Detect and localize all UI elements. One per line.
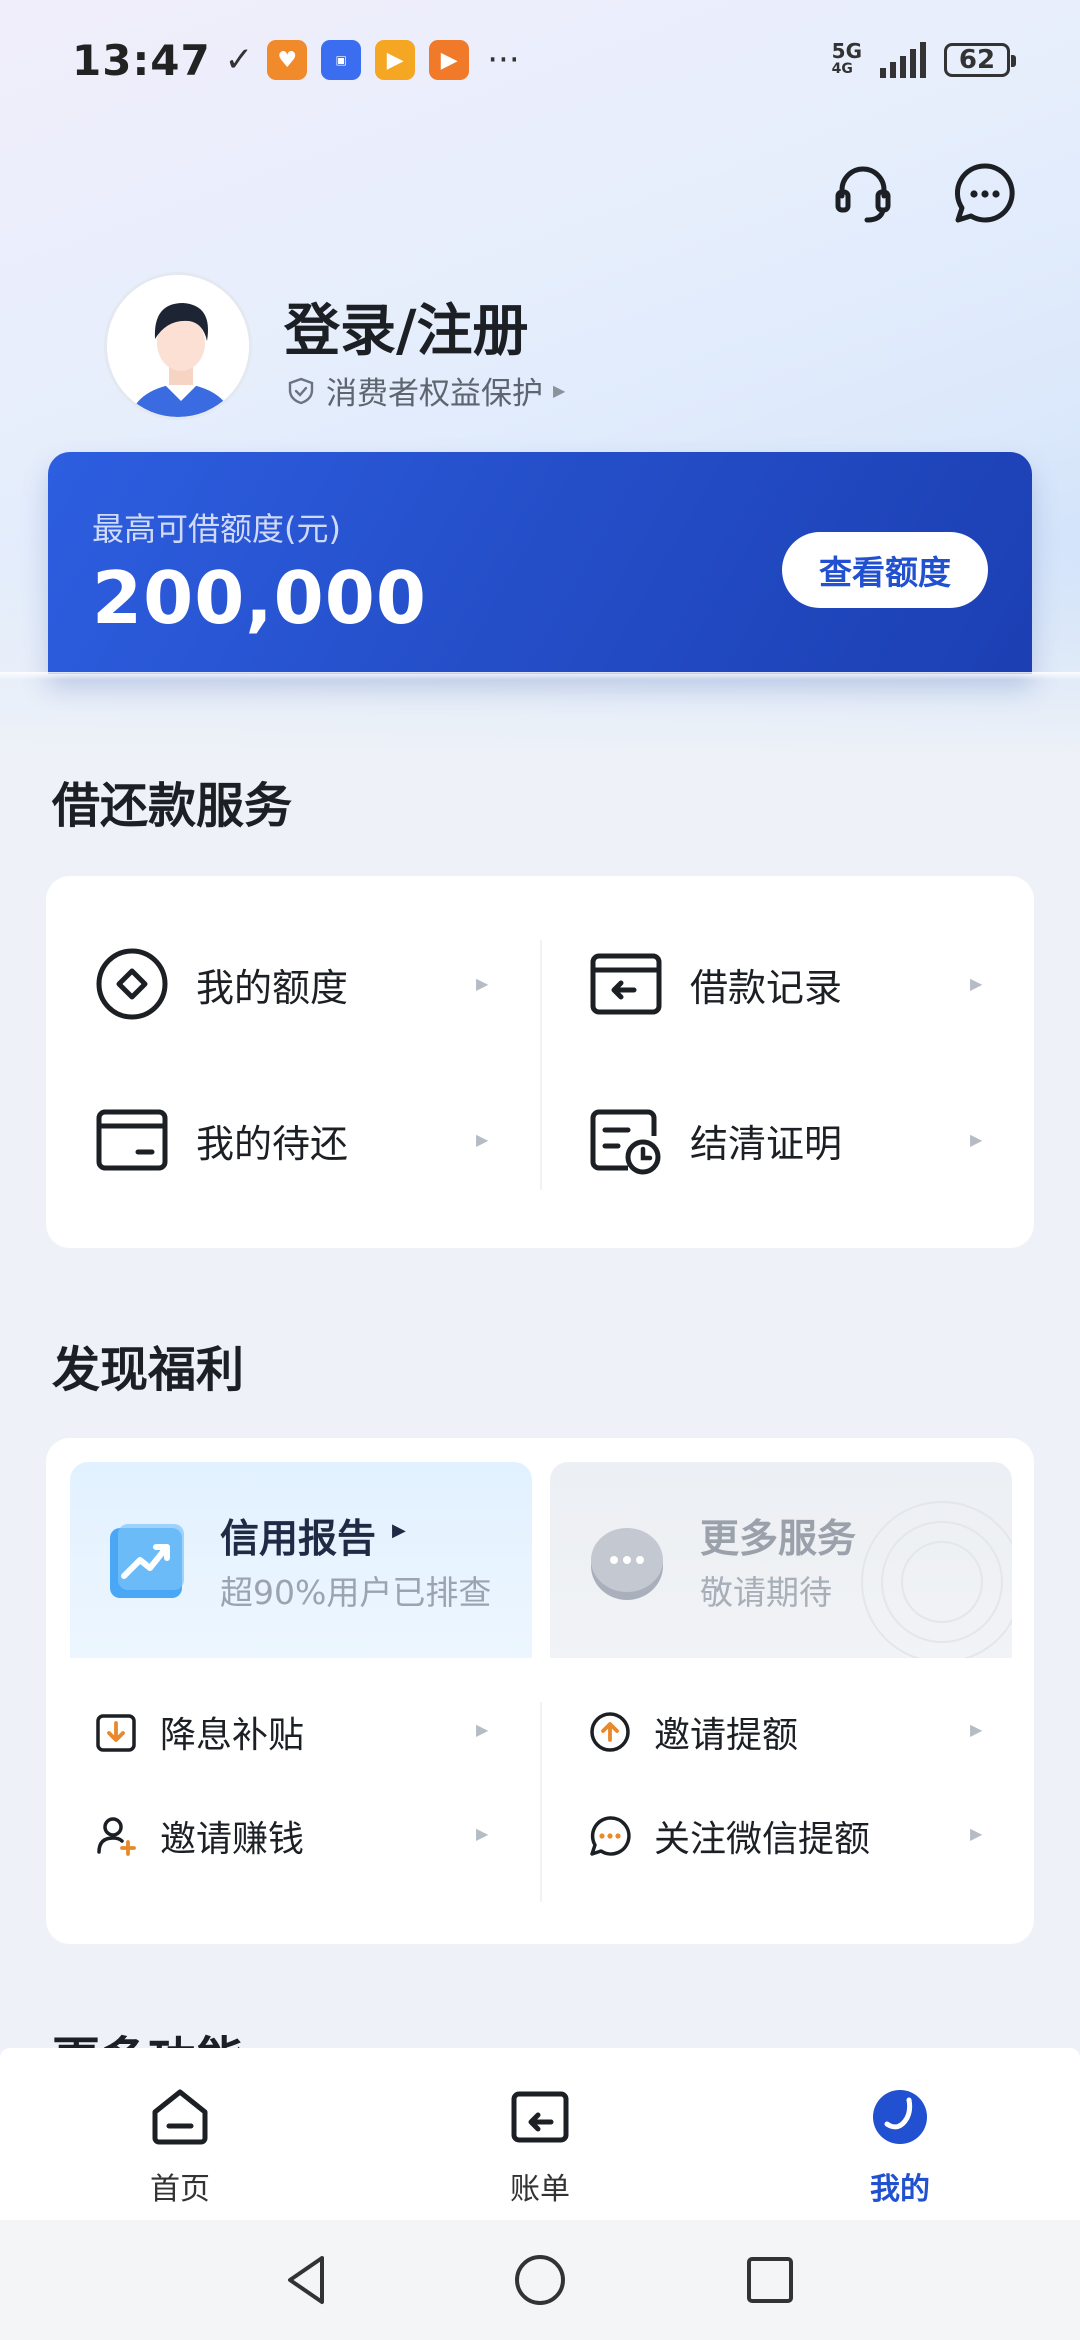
avatar[interactable] bbox=[104, 272, 252, 420]
wallet-icon bbox=[96, 1109, 168, 1171]
loan-services-title: 借还款服务 bbox=[52, 778, 293, 834]
nav-home[interactable]: 首页 bbox=[100, 2086, 260, 2208]
caret-right-icon: ▶ bbox=[553, 381, 566, 400]
more-functions-title: 更多功能 bbox=[52, 2020, 244, 2048]
invite-raise-item[interactable]: 邀请提额 bbox=[588, 1706, 798, 1758]
signal-icon bbox=[880, 42, 926, 78]
loan-record-item[interactable]: 借款记录 bbox=[588, 946, 842, 1022]
status-left: 13:47 ✓ ♥ ▣ ▶ ▶ ··· bbox=[72, 36, 520, 85]
follow-wechat-label: 关注微信提额 bbox=[654, 1819, 871, 1860]
nav-mine-label: 我的 bbox=[870, 2172, 930, 2207]
network-sub-type: 4G bbox=[831, 61, 853, 77]
caret-right-icon: ▶ bbox=[970, 1824, 983, 1843]
trend-chart-icon bbox=[110, 1524, 184, 1598]
recent-apps-icon[interactable] bbox=[740, 2250, 800, 2310]
rate-subsidy-item[interactable]: 降息补贴 bbox=[94, 1706, 304, 1758]
card-divider bbox=[0, 672, 1080, 680]
rate-subsidy-label: 降息补贴 bbox=[160, 1715, 305, 1756]
more-services-card: 更多服务 敬请期待 bbox=[550, 1462, 1012, 1658]
credit-report-title: 信用报告 bbox=[220, 1517, 377, 1562]
invite-earn-label: 邀请赚钱 bbox=[160, 1819, 305, 1860]
network-type: 5G bbox=[831, 39, 862, 63]
panel-divider bbox=[540, 940, 542, 1190]
chat-dots-icon bbox=[590, 1816, 631, 1856]
quota-icon bbox=[96, 948, 168, 1020]
loan-record-icon bbox=[590, 953, 662, 1015]
caret-right-icon: ▶ bbox=[476, 1824, 489, 1843]
consumer-protection-label: 消费者权益保护 bbox=[326, 376, 543, 412]
invite-earn-item[interactable]: 邀请赚钱 bbox=[94, 1810, 304, 1862]
loan-services-panel: 我的额度 ▶ 借款记录 ▶ 我的待还 ▶ 结清证明 ▶ bbox=[46, 876, 1034, 1248]
battery-icon: 62 bbox=[944, 43, 1016, 77]
caret-right-icon: ▶ bbox=[476, 1130, 489, 1149]
system-nav-bar bbox=[0, 2220, 1080, 2340]
caret-right-icon: ▶ bbox=[476, 1720, 489, 1739]
welfare-panel: 信用报告 ▶ 超90%用户已排查 更多服务 敬请期待 降息补贴 ▶ 邀请提额 ▶… bbox=[46, 1438, 1034, 1944]
more-notifications-icon: ··· bbox=[487, 40, 520, 80]
caret-right-icon: ▶ bbox=[476, 974, 489, 993]
consumer-protection-link[interactable]: 消费者权益保护 ▶ bbox=[286, 368, 565, 413]
status-bar: 13:47 ✓ ♥ ▣ ▶ ▶ ··· 5G 4G 62 bbox=[0, 0, 1080, 120]
settle-certificate-icon bbox=[590, 1109, 661, 1175]
headset-icon[interactable] bbox=[828, 158, 898, 228]
my-quota-label: 我的额度 bbox=[196, 965, 349, 1010]
status-time: 13:47 bbox=[72, 35, 211, 85]
caret-right-icon: ▶ bbox=[970, 1720, 983, 1739]
app-market-icon: ▣ bbox=[321, 40, 362, 80]
my-quota-item[interactable]: 我的额度 bbox=[94, 946, 348, 1022]
decorative-rings bbox=[861, 1501, 1012, 1658]
credit-limit-card: 最高可借额度(元) 200,000 查看额度 bbox=[48, 452, 1032, 674]
more-services-subtitle: 敬请期待 bbox=[700, 1573, 832, 1612]
bottom-nav: 首页 账单 我的 bbox=[0, 2048, 1080, 2220]
login-register-link[interactable]: 登录/注册 bbox=[284, 286, 528, 367]
chat-bubble-icon[interactable] bbox=[950, 158, 1020, 228]
nav-bill[interactable]: 账单 bbox=[460, 2086, 620, 2208]
bill-icon bbox=[511, 2091, 569, 2143]
avatar-illustration bbox=[107, 275, 249, 417]
my-repayment-label: 我的待还 bbox=[196, 1121, 349, 1166]
settle-certificate-item[interactable]: 结清证明 bbox=[588, 1102, 842, 1178]
invite-raise-label: 邀请提额 bbox=[654, 1715, 799, 1756]
credit-limit-label: 最高可借额度(元) bbox=[92, 510, 341, 548]
arrow-up-circle-icon bbox=[590, 1712, 630, 1752]
home-circle-icon[interactable] bbox=[510, 2250, 570, 2310]
nav-bill-label: 账单 bbox=[510, 2172, 570, 2207]
status-right: 5G 4G 62 bbox=[831, 39, 1016, 78]
profile-icon bbox=[873, 2090, 927, 2144]
my-repayment-item[interactable]: 我的待还 bbox=[94, 1102, 348, 1178]
settle-certificate-label: 结清证明 bbox=[690, 1121, 843, 1166]
home-icon bbox=[152, 2089, 208, 2145]
panel-divider bbox=[540, 1702, 542, 1902]
network-indicator: 5G 4G bbox=[831, 39, 862, 78]
user-add-icon bbox=[97, 1817, 136, 1856]
shield-check-icon bbox=[288, 377, 314, 404]
back-icon[interactable] bbox=[278, 2250, 338, 2310]
more-bubble-icon bbox=[591, 1528, 663, 1600]
caret-right-icon: ▶ bbox=[970, 1130, 983, 1149]
view-limit-button[interactable]: 查看额度 bbox=[782, 532, 988, 608]
caret-right-icon: ▶ bbox=[970, 974, 983, 993]
follow-wechat-item[interactable]: 关注微信提额 bbox=[588, 1810, 870, 1862]
more-services-title: 更多服务 bbox=[700, 1517, 857, 1562]
nav-mine[interactable]: 我的 bbox=[820, 2086, 980, 2208]
video-app-icon-2: ▶ bbox=[429, 40, 470, 80]
credit-report-subtitle: 超90%用户已排查 bbox=[220, 1573, 492, 1612]
tick-icon: ✓ bbox=[224, 40, 254, 80]
credit-report-card[interactable]: 信用报告 ▶ 超90%用户已排查 bbox=[70, 1462, 532, 1658]
credit-limit-amount: 200,000 bbox=[92, 556, 427, 640]
nav-home-label: 首页 bbox=[150, 2172, 210, 2207]
header-actions bbox=[828, 158, 1020, 228]
video-app-icon: ▶ bbox=[375, 40, 416, 80]
loan-record-label: 借款记录 bbox=[690, 965, 843, 1010]
welfare-title: 发现福利 bbox=[52, 1342, 245, 1398]
download-box-icon bbox=[96, 1714, 136, 1752]
battery-level: 62 bbox=[958, 45, 996, 75]
caret-right-icon: ▶ bbox=[392, 1520, 406, 1541]
heart-app-icon: ♥ bbox=[267, 40, 308, 80]
